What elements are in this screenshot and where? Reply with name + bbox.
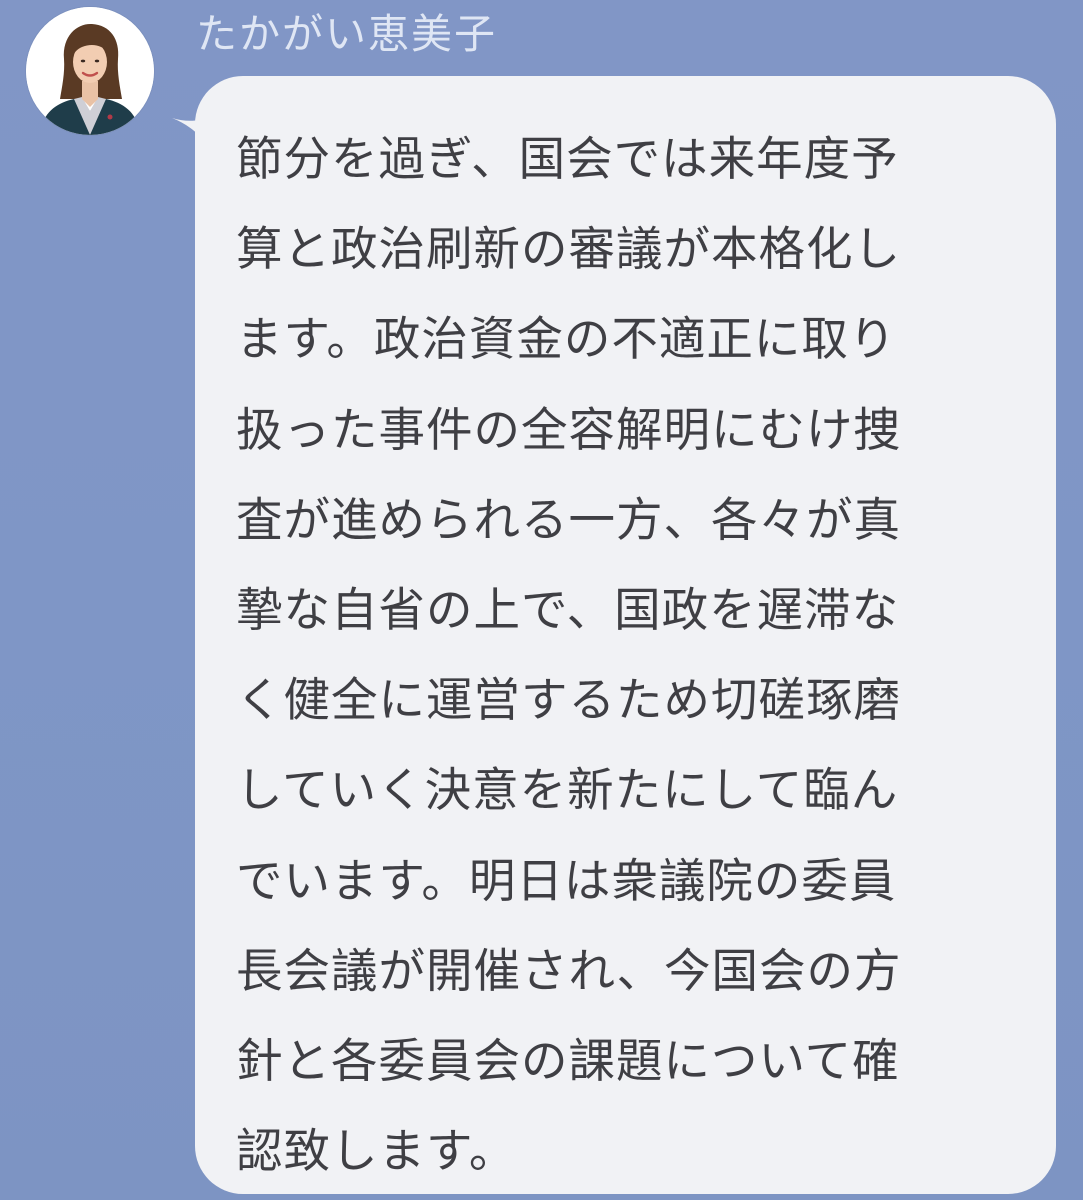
- message-line: でいます。明日は衆議院の委員: [236, 853, 897, 908]
- message-line: ます。政治資金の不適正に取り: [236, 312, 897, 367]
- message-line: 針と各委員会の課題について確: [236, 1033, 900, 1088]
- message-line: 算と政治刷新の審議が本格化し: [236, 222, 901, 277]
- sender-avatar[interactable]: [26, 7, 154, 135]
- sender-name: たかがい恵美子: [196, 10, 497, 58]
- message-line: 認致します。: [236, 1124, 517, 1179]
- message-text: 節分を過ぎ、国会では来年度予 算と政治刷新の審議が本格化し ます。政治資金の不適…: [236, 114, 996, 1196]
- message-line: 査が進められる一方、各々が真: [236, 492, 901, 547]
- message-line: していく決意を新たにして臨ん: [236, 763, 899, 818]
- message-line: 扱った事件の全容解明にむけ捜: [236, 402, 901, 457]
- message-line: 摯な自省の上で、国政を遅滞な: [236, 582, 900, 637]
- message-line: 節分を過ぎ、国会では来年度予: [236, 132, 899, 186]
- chat-area: たかがい恵美子 節分を過ぎ、国会では来年度予 算と政治刷新の審議が本格化し ます…: [0, 0, 1083, 1200]
- profile-photo-icon: [26, 7, 154, 135]
- message-line: 長会議が開催され、今国会の方: [236, 943, 902, 998]
- message-line: く健全に運営するため切磋琢磨: [236, 673, 901, 728]
